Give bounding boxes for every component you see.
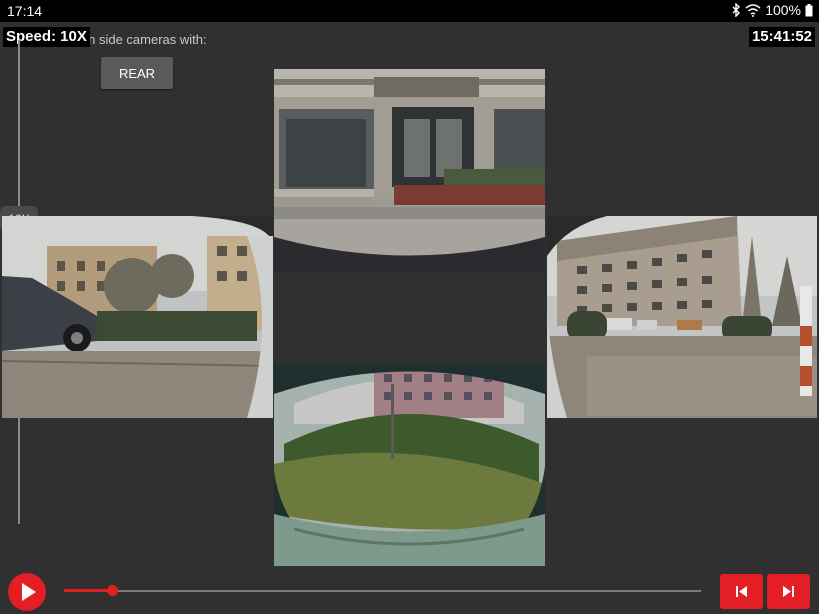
playback-progress-fill [64, 589, 112, 592]
previous-button[interactable] [720, 574, 763, 609]
left-camera-view[interactable] [2, 216, 273, 418]
status-bar: 17:14 100% [0, 0, 819, 22]
rear-camera-view[interactable] [274, 364, 545, 566]
status-time: 17:14 [7, 3, 43, 19]
wifi-icon [745, 3, 761, 17]
skip-previous-icon [736, 586, 747, 597]
play-icon [22, 583, 36, 601]
status-icons: 100% [731, 2, 813, 18]
playback-progress-track[interactable] [64, 590, 701, 592]
next-button[interactable] [767, 574, 810, 609]
battery-icon [805, 3, 813, 17]
battery-percent: 100% [765, 2, 801, 18]
play-button[interactable] [8, 573, 46, 611]
bluetooth-icon [731, 3, 741, 17]
skip-next-icon [783, 586, 794, 597]
rear-align-button[interactable]: REAR [101, 57, 173, 89]
align-side-cameras-text: ign side cameras with: [78, 32, 207, 47]
speed-label: Speed: 10X [3, 27, 90, 47]
right-camera-view[interactable] [547, 216, 817, 418]
playback-progress-thumb[interactable] [106, 585, 118, 596]
front-camera-view[interactable] [274, 69, 545, 273]
video-timestamp: 15:41:52 [748, 27, 815, 47]
